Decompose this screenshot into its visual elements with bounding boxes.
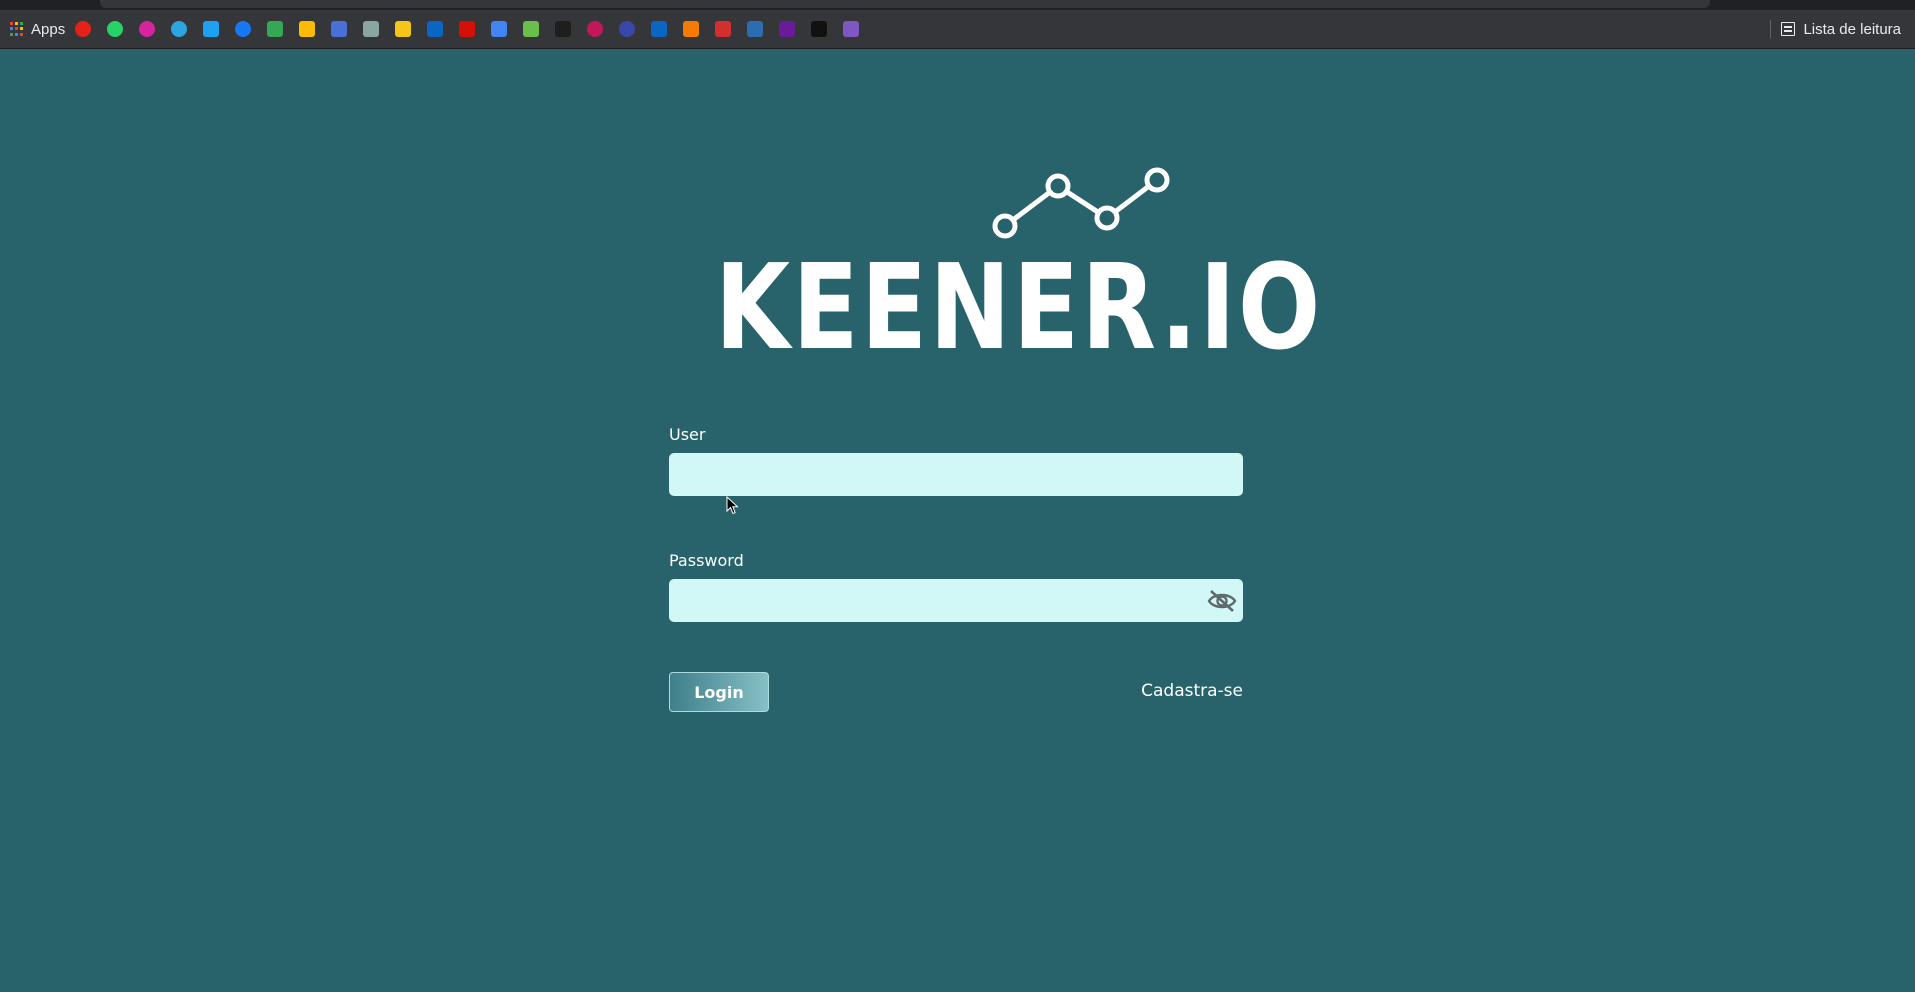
bookmarks-bar: Apps Lista de leitura <box>0 10 1915 49</box>
google-photos-icon[interactable] <box>299 21 316 37</box>
twitter-icon[interactable] <box>203 21 220 37</box>
google-drive-icon[interactable] <box>267 21 284 37</box>
facebook-icon[interactable] <box>235 21 252 37</box>
orange-bookmark-icon[interactable] <box>683 21 700 37</box>
code-bookmark-icon[interactable] <box>747 21 764 37</box>
user-input[interactable] <box>669 453 1243 496</box>
user-label: User <box>669 425 706 444</box>
green-book-icon[interactable] <box>523 21 540 37</box>
telegram-icon[interactable] <box>171 21 188 37</box>
logo-text: KEENER.IO <box>715 238 1323 376</box>
apps-button[interactable]: Apps <box>10 21 65 38</box>
bookmarks-separator <box>1770 20 1772 38</box>
password-field-wrapper <box>669 579 1243 622</box>
browser-tabstrip <box>0 0 1915 10</box>
whatsapp-icon[interactable] <box>107 21 124 37</box>
red-circle-icon[interactable] <box>587 21 604 37</box>
apps-grid-icon <box>10 22 24 36</box>
black-bookmark-icon[interactable] <box>811 21 828 37</box>
reading-list-label: Lista de leitura <box>1803 20 1901 38</box>
pinwheel-icon[interactable] <box>491 21 508 37</box>
linkedin-icon[interactable] <box>427 21 444 37</box>
signup-link[interactable]: Cadastra-se <box>1141 681 1243 701</box>
apps-label: Apps <box>31 20 66 38</box>
purple-bookmark-icon[interactable] <box>779 21 796 37</box>
blue-heart-icon[interactable] <box>619 21 636 37</box>
password-input[interactable] <box>669 579 1243 622</box>
keener-logo: KEENER.IO <box>715 160 1323 376</box>
red-bookmark-icon[interactable] <box>715 21 732 37</box>
image-bookmark-icon[interactable] <box>363 21 380 37</box>
login-form: User Password Login Cadastra-se <box>669 425 1243 712</box>
google-docs-icon[interactable] <box>331 21 348 37</box>
reading-list-icon <box>1781 22 1796 36</box>
password-label: Password <box>669 551 744 570</box>
lastfm-icon[interactable] <box>459 21 476 37</box>
address-bar[interactable] <box>100 0 1710 8</box>
form-actions: Login Cadastra-se <box>669 672 1243 712</box>
login-button[interactable]: Login <box>669 672 769 712</box>
google-keep-icon[interactable] <box>395 21 412 37</box>
scribd-icon[interactable] <box>555 21 572 37</box>
mouse-cursor-icon <box>726 496 739 515</box>
instagram-icon[interactable] <box>139 21 156 37</box>
linkedin-icon[interactable] <box>651 21 668 37</box>
colorful-bookmark-icon[interactable] <box>843 21 860 37</box>
user-field-wrapper <box>669 453 1243 496</box>
reading-list-button[interactable]: Lista de leitura <box>1770 10 1901 48</box>
bookmark-favicons <box>75 21 875 37</box>
toggle-password-visibility-icon[interactable] <box>1207 589 1237 613</box>
youtube-icon[interactable] <box>75 21 92 37</box>
